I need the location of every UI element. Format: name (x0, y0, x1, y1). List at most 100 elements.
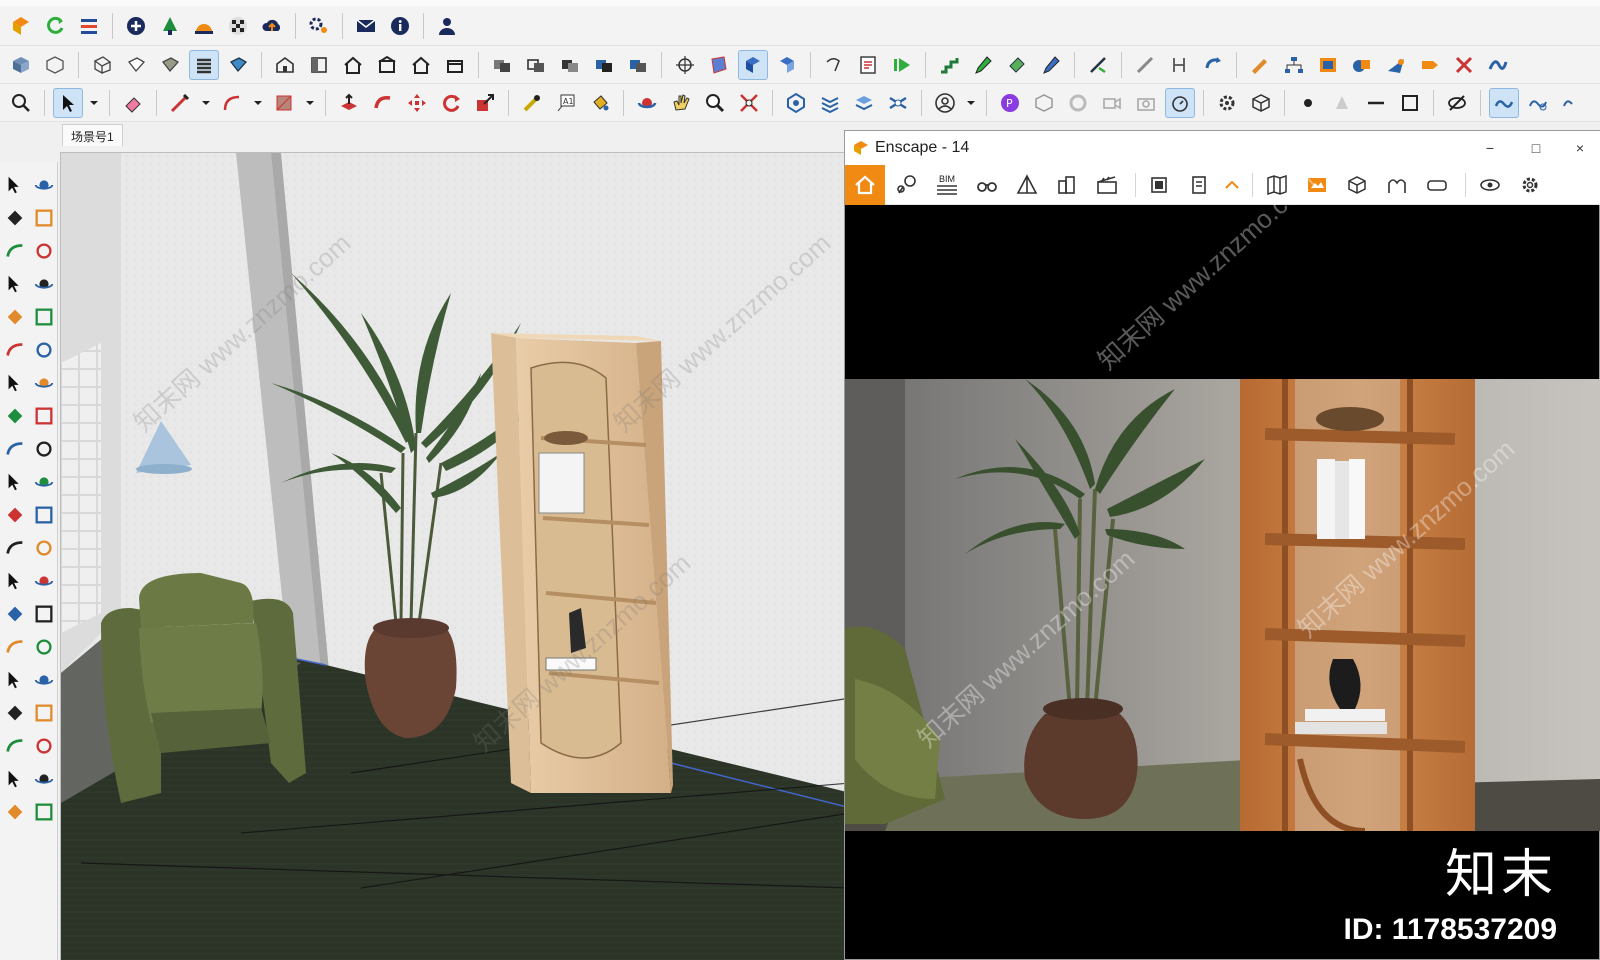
arc-tool-icon[interactable] (217, 88, 247, 118)
capture-button[interactable] (1182, 166, 1218, 204)
vr-button[interactable] (1419, 166, 1455, 204)
plugin-p-icon[interactable]: P (995, 88, 1025, 118)
enscape-render-view[interactable]: 知末网 www.znzmo.com 知末网 www.znzmo.com (845, 379, 1600, 831)
view-right-icon[interactable] (372, 50, 402, 80)
hidden-line-icon[interactable] (121, 50, 151, 80)
scale-tool-icon[interactable] (470, 88, 500, 118)
shaded-texture-icon[interactable] (189, 49, 219, 80)
move-tool-icon[interactable] (402, 88, 432, 118)
enscape-logo-icon[interactable] (6, 11, 36, 41)
scale-icon[interactable] (3, 503, 27, 527)
text-label-icon[interactable]: A1 (551, 88, 581, 118)
close-button[interactable]: × (1565, 137, 1595, 159)
checker-icon[interactable] (223, 11, 253, 41)
eye-slash-icon[interactable] (1442, 88, 1472, 118)
tape-measure-icon[interactable] (517, 88, 547, 118)
visibility-button[interactable] (1472, 166, 1508, 204)
view-back-icon[interactable] (406, 50, 436, 80)
expand-up-button[interactable] (1222, 166, 1242, 204)
sandbox-icon[interactable] (3, 767, 27, 791)
zoom-icon[interactable] (6, 88, 36, 118)
align-icon[interactable] (74, 11, 104, 41)
chevron-down-icon[interactable] (87, 88, 101, 118)
report-icon[interactable] (853, 50, 883, 80)
solid-tools-icon[interactable] (487, 50, 517, 80)
home-button[interactable] (845, 164, 885, 205)
gear-outline-icon[interactable] (1212, 88, 1242, 118)
camera-icon[interactable] (1131, 88, 1161, 118)
batch-render-button[interactable] (1142, 166, 1178, 204)
rotate-icon[interactable] (3, 470, 27, 494)
rectangle-tool-icon[interactable] (269, 88, 299, 118)
iso-view-icon[interactable] (6, 50, 36, 80)
monochrome-icon[interactable] (223, 50, 253, 80)
follow-me-icon[interactable] (368, 88, 398, 118)
polygon-icon[interactable] (32, 338, 56, 362)
view-left-icon[interactable] (440, 50, 470, 80)
eraser-icon[interactable] (118, 88, 148, 118)
wireframe-icon[interactable] (87, 50, 117, 80)
orbit-icon[interactable] (632, 88, 662, 118)
shapes-icon[interactable] (1347, 50, 1377, 80)
stairs-icon[interactable] (934, 50, 964, 80)
section-icon[interactable] (32, 668, 56, 692)
subtract-icon[interactable] (623, 50, 653, 80)
cloud-user-icon[interactable] (1523, 88, 1553, 118)
eyedropper-blue-icon[interactable] (1036, 50, 1066, 80)
panorama-button[interactable] (1299, 166, 1335, 204)
view-iso-house-icon[interactable] (270, 50, 300, 80)
maximize-button[interactable]: □ (1521, 137, 1551, 159)
stamp-icon[interactable] (815, 88, 845, 118)
bim-button[interactable]: BIM (929, 166, 965, 204)
pan-icon[interactable] (32, 602, 56, 626)
display-section-planes-icon[interactable] (738, 49, 768, 80)
intersect-icon[interactable] (555, 50, 585, 80)
position-camera-icon[interactable] (3, 734, 27, 758)
info-icon[interactable] (385, 11, 415, 41)
zoom-extents-icon[interactable] (3, 668, 27, 692)
walk-icon[interactable] (3, 701, 27, 725)
map-button[interactable] (1259, 166, 1295, 204)
rectangle-icon[interactable] (3, 305, 27, 329)
chevron-down-icon[interactable] (303, 88, 317, 118)
axes-icon[interactable] (3, 569, 27, 593)
zoom-extents-icon[interactable] (734, 88, 764, 118)
box-outline-icon[interactable] (1029, 88, 1059, 118)
rotate-tool-icon[interactable] (436, 88, 466, 118)
rotate-curve-icon[interactable] (1198, 50, 1228, 80)
display-section-cuts-icon[interactable] (772, 50, 802, 80)
tree-icon[interactable] (155, 11, 185, 41)
timer-icon[interactable] (1165, 87, 1195, 118)
edge-tool-icon[interactable] (1083, 50, 1113, 80)
select-tool-icon[interactable] (53, 87, 83, 118)
xray-view-icon[interactable] (40, 50, 70, 80)
arch-button[interactable] (1379, 166, 1415, 204)
follow-me-icon[interactable] (32, 470, 56, 494)
paint-transfer-icon[interactable] (1002, 50, 1032, 80)
zoom-tool-icon[interactable] (700, 88, 730, 118)
scene-tab[interactable]: 场景号1 (62, 124, 123, 146)
cloud-upload-icon[interactable] (257, 11, 287, 41)
flip-icon[interactable] (32, 800, 56, 824)
orbit-icon[interactable] (32, 173, 56, 197)
paint-bucket-icon[interactable] (3, 206, 27, 230)
union-icon[interactable] (589, 50, 619, 80)
add-circle-icon[interactable] (121, 11, 151, 41)
video-camera-icon[interactable] (1097, 88, 1127, 118)
stamp-icon[interactable] (32, 767, 56, 791)
cone-icon[interactable] (1327, 88, 1357, 118)
cube-outline-icon[interactable] (1246, 88, 1276, 118)
paint-bucket-icon[interactable] (585, 88, 615, 118)
protractor-icon[interactable] (32, 536, 56, 560)
binoculars-button[interactable] (969, 166, 1005, 204)
chevron-down-icon[interactable] (251, 88, 265, 118)
section-plane-icon[interactable] (704, 50, 734, 80)
mail-icon[interactable] (351, 11, 381, 41)
paint-icon[interactable] (3, 602, 27, 626)
zoom-icon[interactable] (3, 635, 27, 659)
cloud-link-icon[interactable] (1489, 87, 1519, 118)
lasso-select-icon[interactable] (819, 50, 849, 80)
freehand-icon[interactable] (32, 272, 56, 296)
user-icon[interactable] (432, 11, 462, 41)
look-icon[interactable] (32, 701, 56, 725)
